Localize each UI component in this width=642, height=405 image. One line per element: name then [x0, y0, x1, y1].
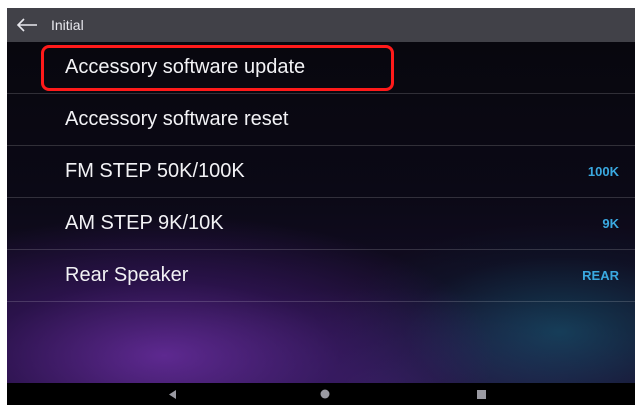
menu-item-am-step[interactable]: AM STEP 9K/10K 9K	[7, 198, 635, 250]
menu-item-fm-step[interactable]: FM STEP 50K/100K 100K	[7, 146, 635, 198]
menu-item-rear-speaker[interactable]: Rear Speaker REAR	[7, 250, 635, 302]
menu-item-value: 9K	[602, 216, 619, 231]
nav-home-icon[interactable]	[313, 383, 337, 405]
title-bar: Initial	[7, 8, 635, 42]
menu-item-accessory-software-update[interactable]: Accessory software update	[7, 42, 635, 94]
settings-menu: Accessory software update Accessory soft…	[7, 42, 635, 302]
page-title: Initial	[51, 17, 84, 33]
menu-item-accessory-software-reset[interactable]: Accessory software reset	[7, 94, 635, 146]
nav-back-icon[interactable]	[161, 383, 185, 405]
menu-item-label: Accessory software update	[65, 56, 306, 78]
menu-item-label: Rear Speaker	[65, 264, 189, 286]
menu-item-label: FM STEP 50K/100K	[65, 160, 245, 182]
menu-item-value: 100K	[587, 164, 619, 179]
device-screen: Initial Accessory software update Access…	[7, 8, 635, 405]
menu-item-label: AM STEP 9K/10K	[65, 212, 224, 234]
navigation-bar	[7, 383, 635, 405]
back-arrow-icon[interactable]	[7, 8, 47, 42]
nav-recents-icon[interactable]	[469, 383, 493, 405]
menu-item-value: REAR	[582, 268, 619, 283]
menu-item-label: Accessory software reset	[65, 108, 289, 130]
